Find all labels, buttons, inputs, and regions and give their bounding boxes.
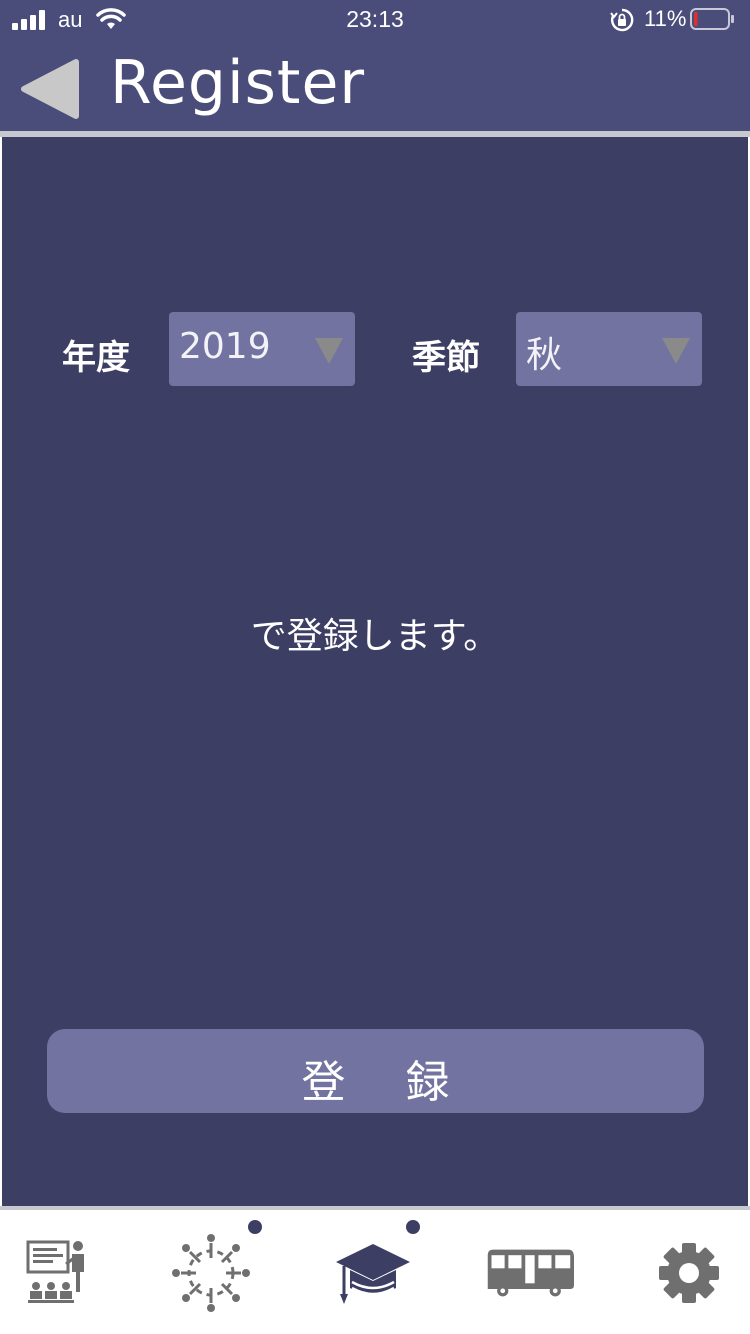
dropdown-arrow-icon <box>315 338 343 364</box>
clock: 23:13 <box>346 6 404 32</box>
graduation-cap-icon <box>336 1244 410 1304</box>
tab-classroom[interactable] <box>22 1228 112 1318</box>
people-circle-icon <box>172 1234 250 1312</box>
season-label: 季節 <box>412 338 480 378</box>
orientation-lock-icon <box>610 8 634 32</box>
dropdown-arrow-icon <box>662 338 690 364</box>
notification-badge <box>248 1220 262 1234</box>
register-button[interactable]: 登録 <box>47 1029 704 1113</box>
bus-icon <box>487 1249 574 1297</box>
tab-bar <box>0 1210 750 1334</box>
season-select-value: 秋 <box>526 335 563 376</box>
register-button-label: 登録 <box>301 1057 510 1108</box>
status-bar: au 23:13 11% <box>0 0 750 40</box>
tab-bus[interactable] <box>484 1228 574 1318</box>
year-select[interactable]: 2019 <box>169 312 355 386</box>
header: au 23:13 11% Register <box>0 0 750 131</box>
battery-percent: 11% <box>644 6 687 31</box>
tab-community[interactable] <box>166 1228 256 1318</box>
season-select[interactable]: 秋 <box>516 312 702 386</box>
tab-graduation[interactable] <box>328 1228 418 1318</box>
tab-settings[interactable] <box>644 1228 734 1318</box>
year-label: 年度 <box>62 338 130 378</box>
back-button[interactable] <box>18 58 80 120</box>
classroom-teacher-icon <box>26 1240 84 1303</box>
confirmation-message: で登録します。 <box>250 616 500 657</box>
gear-icon <box>659 1243 719 1303</box>
battery-icon <box>690 8 734 30</box>
page-title: Register <box>110 48 366 118</box>
year-select-value: 2019 <box>179 326 271 367</box>
notification-badge <box>406 1220 420 1234</box>
main-panel: 年度 2019 季節 秋 で登録します。 登録 <box>2 137 748 1206</box>
back-triangle-icon <box>21 59 79 119</box>
